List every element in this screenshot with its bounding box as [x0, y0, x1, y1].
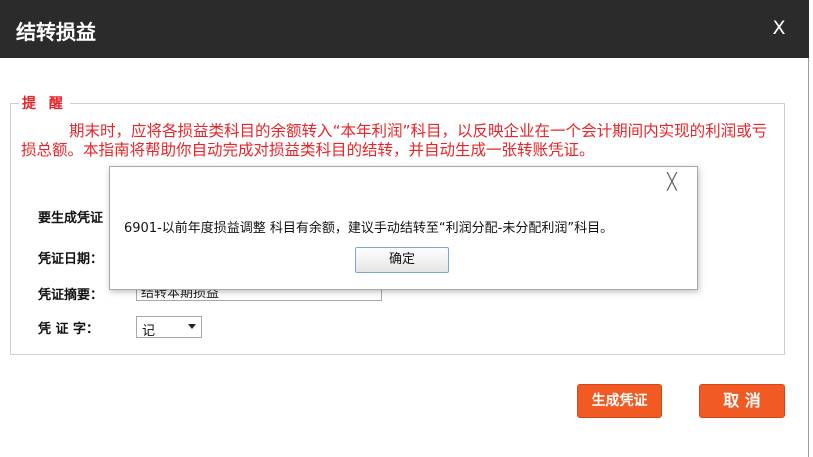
message-text: 6901-以前年度损益调整 科目有余额，建议手动结转至“利润分配-未分配利润”科…	[124, 221, 614, 236]
cancel-button[interactable]: 取 消	[699, 384, 785, 418]
voucher-word-label: 凭 证 字：	[38, 322, 100, 337]
generate-voucher-button[interactable]: 生成凭证	[577, 384, 662, 418]
voucher-word-value: 记	[142, 324, 156, 339]
reminder-text: 期末时，应将各损益类科目的余额转入“本年利润”科目，以反映企业在一个会计期间内实…	[21, 122, 768, 159]
title-bar: 结转损益 X	[0, 0, 809, 58]
dialog-title: 结转损益	[16, 20, 96, 44]
message-box: ╳ 6901-以前年度损益调整 科目有余额，建议手动结转至“利润分配-未分配利润…	[109, 166, 698, 290]
voucher-summary-label: 凭证摘要：	[38, 288, 104, 303]
close-icon[interactable]: X	[767, 14, 791, 42]
voucher-word-select[interactable]: 记	[136, 316, 202, 339]
voucher-type-label: 要生成凭证	[38, 211, 104, 226]
chevron-down-icon	[188, 324, 196, 329]
close-icon[interactable]: ╳	[663, 173, 681, 191]
reminder-legend: 提 醒	[19, 93, 70, 113]
voucher-date-label: 凭证日期：	[38, 252, 104, 267]
ok-button[interactable]: 确定	[355, 247, 449, 273]
